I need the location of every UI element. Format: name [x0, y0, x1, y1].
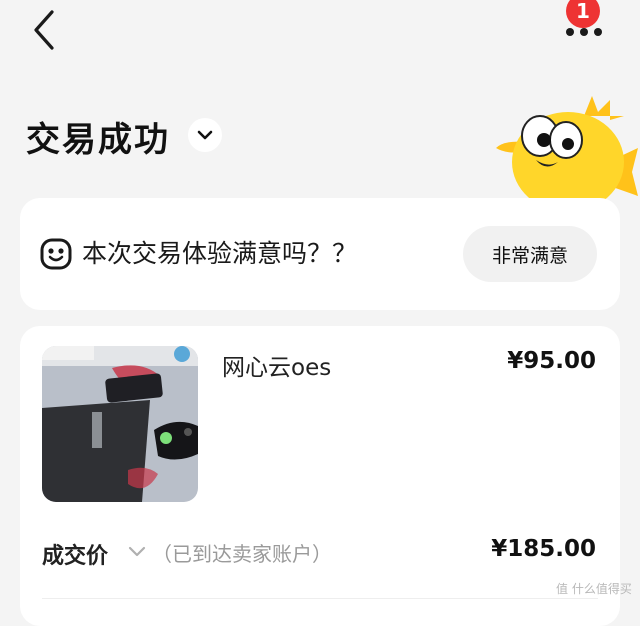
deal-price-value: ¥185.00 [491, 536, 596, 562]
satisfaction-question: 本次交易体验满意吗？？ [82, 239, 358, 268]
back-button[interactable] [26, 8, 66, 52]
item-thumbnail[interactable] [42, 346, 198, 502]
top-bar: 1 [0, 0, 640, 60]
divider [42, 598, 598, 599]
item-title-link[interactable]: 网心云oes [222, 348, 331, 382]
chevron-left-icon [34, 10, 54, 50]
order-card: 网心云oes ¥95.00 成交价 （已到达卖家账户） ¥185.00 [20, 326, 620, 626]
status-title: 交易成功 [26, 120, 170, 160]
watermark-text: 值 什么值得买 [556, 582, 632, 596]
deal-price-note: （已到达卖家账户） [152, 542, 332, 566]
smiley-face-icon [40, 238, 72, 270]
very-satisfied-button[interactable]: 非常满意 [463, 226, 597, 282]
item-price: ¥95.00 [507, 348, 596, 374]
mascot-illustration [496, 96, 638, 204]
item-photo [42, 346, 198, 502]
chevron-down-icon[interactable] [126, 544, 148, 560]
deal-price-label: 成交价 [42, 544, 109, 569]
chevron-down-icon [197, 130, 213, 140]
satisfaction-card: 本次交易体验满意吗？？ 非常满意 [20, 198, 620, 310]
status-expand-button[interactable] [188, 118, 222, 152]
